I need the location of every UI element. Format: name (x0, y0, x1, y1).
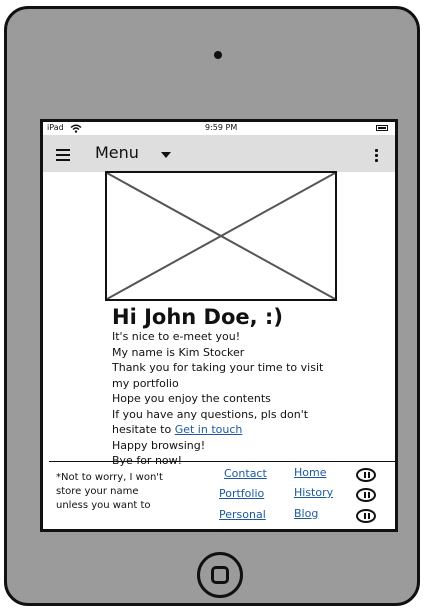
get-in-touch-link[interactable]: Get in touch (175, 423, 243, 436)
status-time: 9:59 PM (205, 123, 238, 132)
chevron-down-icon[interactable] (161, 152, 171, 158)
intro-line: Thank you for taking your time to visit (112, 361, 324, 374)
intro-line: my portfolio (112, 376, 179, 390)
intro-line: hesitate to Get in touch (112, 422, 342, 438)
pause-icon[interactable] (356, 509, 376, 523)
more-options-icon[interactable] (375, 149, 378, 163)
intro-line: Happy browsing! (112, 438, 206, 452)
device-label: iPad (47, 123, 64, 132)
pause-icon[interactable] (356, 468, 376, 482)
battery-icon (376, 125, 388, 131)
intro-line: If you have any questions, pls don't (112, 407, 309, 421)
image-placeholder-icon (107, 173, 335, 299)
screen: iPad 9:59 PM Menu Hi John Doe,:) It's n… (40, 119, 398, 532)
greeting-heading: Hi John Doe, :) (112, 305, 283, 329)
intro-line: It's nice to e-meet you! (112, 330, 241, 343)
camera-icon (214, 51, 222, 59)
hamburger-icon[interactable] (56, 149, 70, 161)
home-button-icon[interactable] (197, 552, 243, 598)
note-line: *Not to worry, I won't (56, 472, 163, 483)
home-link[interactable]: Home (294, 466, 326, 480)
history-link[interactable]: History (294, 486, 333, 500)
pause-icon[interactable] (356, 488, 376, 502)
hero-image-placeholder (105, 171, 337, 301)
tablet-frame: iPad 9:59 PM Menu Hi John Doe,:) It's n… (4, 6, 420, 606)
menu-dropdown-label[interactable]: Menu (95, 143, 139, 163)
contact-link[interactable]: Contact (224, 467, 267, 481)
footer-divider (49, 461, 395, 462)
blog-link[interactable]: Blog (294, 507, 318, 521)
personal-link[interactable]: Personal (219, 508, 266, 522)
wifi-icon (70, 124, 82, 133)
status-bar: iPad 9:59 PM (43, 122, 395, 134)
privacy-note: *Not to worry, I won't store your name u… (56, 471, 216, 513)
intro-line: Hope you enjoy the contents (112, 392, 271, 405)
intro-text: It's nice to e-meet you! My name is Kim … (112, 329, 342, 469)
note-line: store your name (56, 486, 139, 497)
intro-line: My name is Kim Stocker (112, 345, 245, 359)
menu-bar: Menu (43, 135, 395, 172)
portfolio-link[interactable]: Portfolio (219, 487, 264, 501)
intro-line-prefix: hesitate to (112, 423, 175, 436)
note-line: unless you want to (56, 500, 151, 511)
